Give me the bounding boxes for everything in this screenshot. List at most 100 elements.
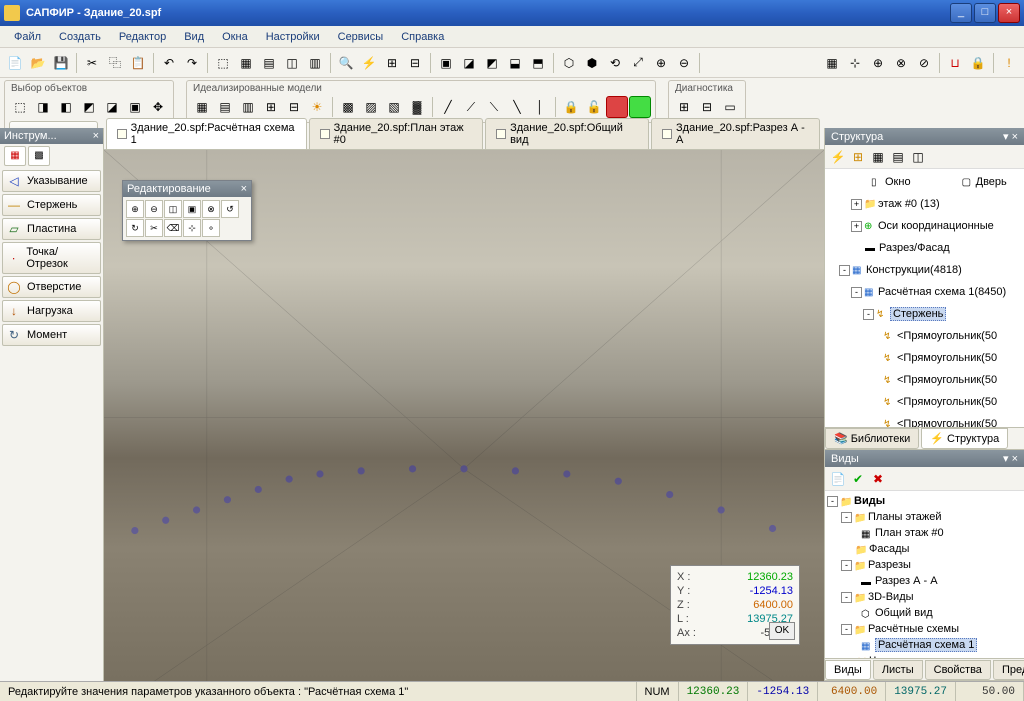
tool-Пластина[interactable]: ▱Пластина	[2, 218, 101, 240]
line-icon[interactable]: ╲	[506, 96, 528, 118]
lock-icon[interactable]: 🔒	[967, 52, 989, 74]
tab-views[interactable]: Виды	[825, 660, 871, 680]
lock-icon[interactable]: 🔓	[583, 96, 605, 118]
tool-Отверстие[interactable]: ◯Отверстие	[2, 276, 101, 298]
pin-icon[interactable]: ▾	[1003, 453, 1009, 465]
cut-icon[interactable]: ✂	[81, 52, 103, 74]
tool-Момент[interactable]: ↻Момент	[2, 324, 101, 346]
tool-icon[interactable]: ⊞	[381, 52, 403, 74]
tool-icon[interactable]: ⊟	[404, 52, 426, 74]
ft-icon[interactable]: ⊖	[145, 200, 163, 218]
box-icon[interactable]: ◩	[481, 52, 503, 74]
menu-create[interactable]: Создать	[51, 29, 109, 45]
redo-icon[interactable]: ↷	[181, 52, 203, 74]
ft-icon[interactable]: ⚬	[202, 219, 220, 237]
doc-tab[interactable]: Здание_20.spf:Расчётная схема 1	[106, 118, 307, 149]
menu-file[interactable]: Файл	[6, 29, 49, 45]
tool-Нагрузка[interactable]: ↓Нагрузка	[2, 300, 101, 322]
tool-Точка/Отрезок[interactable]: ∙Точка/Отрезок	[2, 242, 101, 274]
new-icon[interactable]: 📄	[4, 52, 26, 74]
sun-icon[interactable]: ☀	[306, 96, 328, 118]
paste-icon[interactable]: 📋	[127, 52, 149, 74]
tool-Стержень[interactable]: —Стержень	[2, 194, 101, 216]
sel-icon[interactable]: ◪	[101, 96, 123, 118]
tool-tab[interactable]: ▦	[4, 146, 26, 166]
tree-icon[interactable]: ▤	[889, 148, 907, 166]
tool-tab[interactable]: ▩	[28, 146, 50, 166]
box-icon[interactable]: ⬓	[504, 52, 526, 74]
wire-icon[interactable]: ⬡	[558, 52, 580, 74]
new-icon[interactable]: 📄	[829, 470, 847, 488]
box-icon[interactable]: ⬒	[527, 52, 549, 74]
close-icon[interactable]: ×	[1012, 131, 1018, 143]
line-icon[interactable]: │	[529, 96, 551, 118]
line-icon[interactable]: ╱	[437, 96, 459, 118]
tool-icon[interactable]: ▤	[258, 52, 280, 74]
doc-tab[interactable]: Здание_20.spf:Общий вид	[485, 118, 649, 149]
bolt-icon[interactable]: ⚡	[829, 148, 847, 166]
tab-preview[interactable]: Предва...	[993, 660, 1024, 680]
menu-settings[interactable]: Настройки	[258, 29, 328, 45]
tab-structure[interactable]: ⚡Структура	[921, 428, 1008, 449]
undo-icon[interactable]: ↶	[158, 52, 180, 74]
open-icon[interactable]: 📂	[27, 52, 49, 74]
model-icon[interactable]: ▦	[191, 96, 213, 118]
line-icon[interactable]: ⟋	[460, 96, 482, 118]
save-icon[interactable]: 💾	[50, 52, 72, 74]
mesh-icon[interactable]: ▨	[360, 96, 382, 118]
tool-Указывание[interactable]: ◁Указывание	[2, 170, 101, 192]
color-icon[interactable]	[629, 96, 651, 118]
sel-icon[interactable]: ⬚	[9, 96, 31, 118]
ft-icon[interactable]: ↺	[221, 200, 239, 218]
color-icon[interactable]	[606, 96, 628, 118]
tree-icon[interactable]: ◫	[909, 148, 927, 166]
structure-tree[interactable]: ▯Окно ▢Дверь +📁этаж #0 (13) +⊕Оси коорди…	[825, 169, 1024, 427]
snap-icon[interactable]: ⊗	[890, 52, 912, 74]
ft-icon[interactable]: ◫	[164, 200, 182, 218]
diag-icon[interactable]: ⊞	[673, 96, 695, 118]
edit-floating-toolbar[interactable]: Редактирование× ⊕ ⊖ ◫ ▣ ⊗ ↺ ↻ ✂ ⌫ ⊹ ⚬	[122, 180, 252, 241]
wire-icon[interactable]: ⬢	[581, 52, 603, 74]
menu-editor[interactable]: Редактор	[111, 29, 174, 45]
snap-icon[interactable]: ⊘	[913, 52, 935, 74]
copy-icon[interactable]: ⿻	[104, 52, 126, 74]
menu-help[interactable]: Справка	[393, 29, 452, 45]
tool-icon[interactable]: ⤢	[627, 52, 649, 74]
model-icon[interactable]: ▥	[237, 96, 259, 118]
search-icon[interactable]: 🔍	[335, 52, 357, 74]
mesh-icon[interactable]: ▩	[337, 96, 359, 118]
pin-icon[interactable]: ▾	[1003, 131, 1009, 143]
tree-icon[interactable]: ⊞	[849, 148, 867, 166]
delete-icon[interactable]: ✖	[869, 470, 887, 488]
close-button[interactable]: ×	[998, 3, 1020, 23]
lock-icon[interactable]: 🔒	[560, 96, 582, 118]
doc-tab[interactable]: Здание_20.spf:План этаж #0	[309, 118, 483, 149]
tool-icon[interactable]: ⟲	[604, 52, 626, 74]
mesh-icon[interactable]: ▓	[406, 96, 428, 118]
diag-icon[interactable]: ⊟	[696, 96, 718, 118]
views-tree[interactable]: -📁Виды -📁Планы этажей ▦План этаж #0 📁Фас…	[825, 491, 1024, 658]
check-icon[interactable]: ✔	[849, 470, 867, 488]
tree-icon[interactable]: ▦	[869, 148, 887, 166]
locate-icon[interactable]: ✥	[147, 96, 169, 118]
magnet-icon[interactable]: ⊔	[944, 52, 966, 74]
model-icon[interactable]: ⊟	[283, 96, 305, 118]
tab-libraries[interactable]: 📚Библиотеки	[825, 428, 919, 449]
model-icon[interactable]: ▤	[214, 96, 236, 118]
snap-icon[interactable]: ⊕	[867, 52, 889, 74]
maximize-button[interactable]: □	[974, 3, 996, 23]
bolt-icon[interactable]: ⚡	[358, 52, 380, 74]
tool-icon[interactable]: ▦	[235, 52, 257, 74]
line-icon[interactable]: ⟍	[483, 96, 505, 118]
mesh-icon[interactable]: ▧	[383, 96, 405, 118]
sel-icon[interactable]: ◩	[78, 96, 100, 118]
ft-icon[interactable]: ▣	[183, 200, 201, 218]
model-icon[interactable]: ⊞	[260, 96, 282, 118]
box-icon[interactable]: ◪	[458, 52, 480, 74]
ft-icon[interactable]: ✂	[145, 219, 163, 237]
3d-viewport[interactable]: Редактирование× ⊕ ⊖ ◫ ▣ ⊗ ↺ ↻ ✂ ⌫ ⊹ ⚬ X …	[104, 150, 824, 681]
box-icon[interactable]: ▣	[435, 52, 457, 74]
tool-icon[interactable]: ⊖	[673, 52, 695, 74]
tool-icon[interactable]: ◫	[281, 52, 303, 74]
close-icon[interactable]: ×	[1012, 453, 1018, 465]
